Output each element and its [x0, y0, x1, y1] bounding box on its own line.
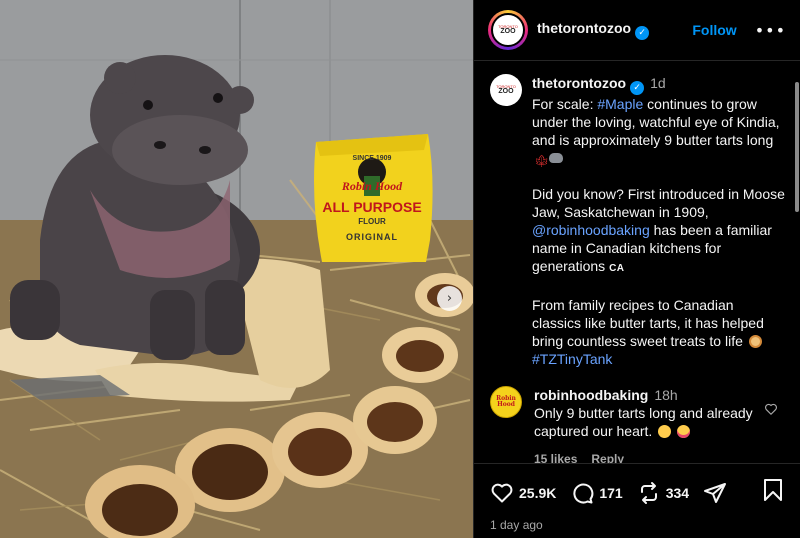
maple-hashtag-link[interactable]: #Maple: [597, 96, 643, 112]
comments-scrollbar[interactable]: [794, 62, 800, 463]
pie-icon: [748, 335, 762, 348]
kissing-face-icon: [677, 425, 691, 438]
verified-icon: ✓: [635, 26, 650, 40]
post-actions: 25.9K 171 334 1 day ago: [474, 463, 800, 538]
comments-area[interactable]: TORONTO ZOO thetorontozoo ✓ 1d For scale: …: [474, 62, 800, 463]
more-icon[interactable]: •••: [755, 21, 786, 40]
repost-button[interactable]: 334: [637, 481, 689, 505]
caption-paragraph-3: From family recipes to Canadian classics…: [532, 297, 764, 367]
maple-leaf-icon: 🍁︎: [534, 154, 550, 168]
hippo-icon: [549, 153, 563, 163]
bag-line2-text: FLOUR: [358, 217, 386, 226]
post-timestamp[interactable]: 1 day ago: [490, 518, 784, 532]
comment-count: 171: [599, 484, 623, 501]
comment-item: Robin Hood robinhoodbaking 18h Only 9 but…: [474, 368, 800, 463]
tztinytank-hashtag-link[interactable]: #TZTinyTank: [532, 351, 612, 367]
scroll-thumb[interactable]: [795, 82, 799, 212]
comment-icon: [573, 483, 594, 503]
comment-button[interactable]: 171: [570, 481, 623, 505]
caption: TORONTO ZOO thetorontozoo ✓ 1d For scale: …: [474, 62, 800, 368]
caption-username[interactable]: thetorontozoo: [532, 75, 626, 91]
next-photo-button[interactable]: ›: [437, 286, 462, 311]
follow-button[interactable]: Follow: [692, 22, 736, 38]
caption-paragraph-1: For scale: #Maple continues to grow unde…: [532, 96, 780, 168]
comment-reply-button[interactable]: Reply: [591, 450, 624, 463]
share-icon: [704, 482, 727, 503]
caption-time: 1d: [650, 75, 666, 91]
like-button[interactable]: 25.9K: [490, 481, 556, 505]
smiling-face-icon: [658, 425, 672, 438]
bag-small-text: SINCE 1909: [353, 155, 392, 162]
caption-paragraph-2: Did you know? First introduced in Moose …: [532, 186, 785, 274]
verified-icon: ✓: [630, 81, 645, 95]
repost-icon: [640, 481, 657, 504]
commenter-avatar[interactable]: Robin Hood: [490, 386, 522, 418]
comment-text: Only 9 butter tarts long and already cap…: [534, 405, 753, 439]
comment-heart-icon[interactable]: [764, 402, 778, 416]
photo-scene: SINCE 1909 Robin Hood ALL PURPOSE FLOUR …: [0, 0, 473, 538]
zoo-logo: TORONTO ZOO: [498, 24, 518, 35]
robinhoodbaking-mention-link[interactable]: @robinhoodbaking: [532, 222, 650, 238]
share-button[interactable]: [703, 481, 727, 505]
post-side-panel: TORONTO ZOO thetorontozoo ✓ Follow ••• TO…: [473, 0, 800, 538]
canada-flag-icon: CA: [609, 263, 625, 274]
commenter-username[interactable]: robinhoodbaking: [534, 387, 648, 403]
bag-line1-text: ALL PURPOSE: [322, 199, 421, 215]
like-count: 25.9K: [519, 484, 557, 501]
author-avatar[interactable]: TORONTO ZOO: [488, 10, 528, 50]
flour-bag: [314, 134, 433, 262]
author-username[interactable]: thetorontozoo ✓: [537, 20, 650, 40]
repost-count: 334: [665, 484, 690, 501]
chevron-right-icon: ›: [446, 291, 453, 306]
robin-hood-logo: Robin Hood: [496, 395, 516, 408]
post-header: TORONTO ZOO thetorontozoo ✓ Follow •••: [474, 0, 800, 61]
post-photo: SINCE 1909 Robin Hood ALL PURPOSE FLOUR …: [0, 0, 473, 538]
caption-avatar[interactable]: TORONTO ZOO: [490, 74, 522, 106]
comment-likes[interactable]: 15 likes: [534, 450, 577, 463]
comment-time: 18h: [654, 387, 678, 403]
bag-line3-text: ORIGINAL: [346, 232, 398, 242]
bookmark-icon: [764, 479, 782, 501]
save-button[interactable]: [762, 478, 784, 507]
heart-icon: [491, 483, 513, 502]
bag-brand-text: Robin Hood: [341, 179, 403, 193]
